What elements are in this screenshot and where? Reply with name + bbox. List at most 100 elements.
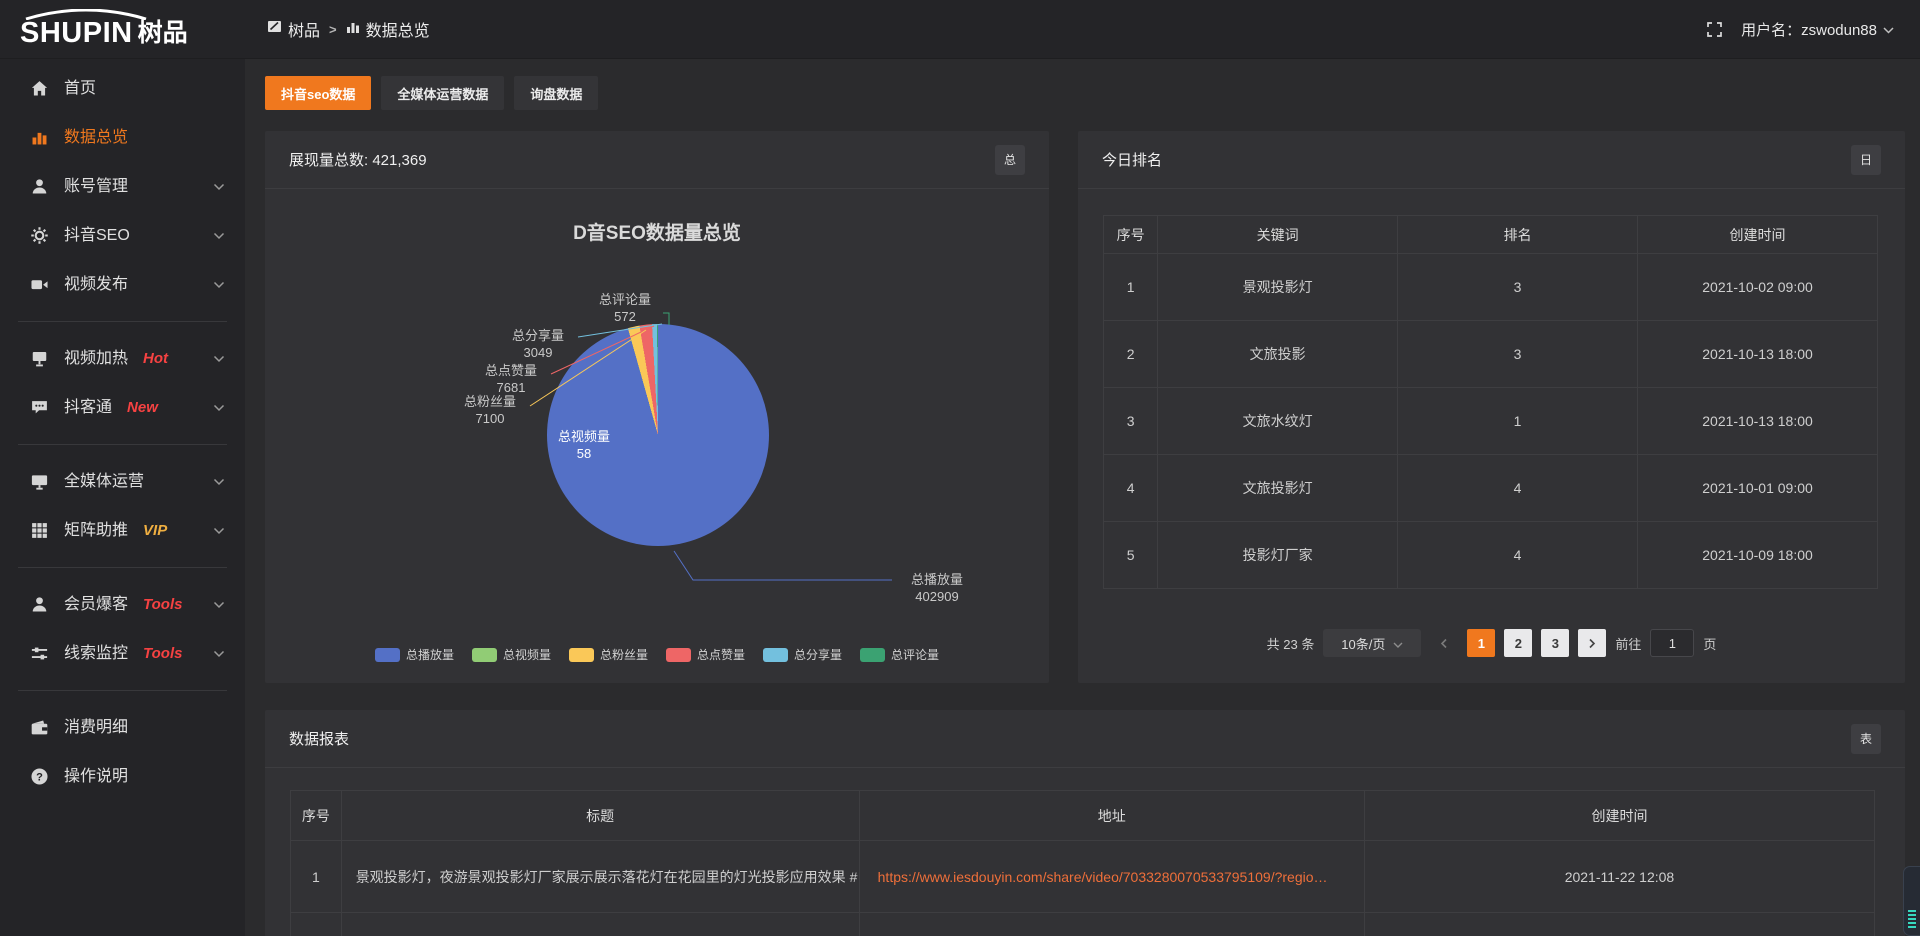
- new-badge: New: [127, 399, 158, 416]
- sidebar-item-video-heat[interactable]: 视频加热 Hot: [0, 334, 245, 383]
- prev-page-button[interactable]: [1430, 629, 1458, 657]
- sidebar-item-label: 消费明细: [64, 720, 128, 736]
- sidebar-item-label: 视频发布: [64, 277, 128, 293]
- person-icon: [30, 595, 49, 614]
- sidebar-divider: [18, 321, 227, 322]
- sidebar-item-label: 首页: [64, 81, 96, 97]
- page-unit-label: 页: [1703, 634, 1716, 653]
- sidebar-item-video-publish[interactable]: 视频发布: [0, 260, 245, 309]
- sidebar-item-matrix-boost[interactable]: 矩阵助推 VIP: [0, 506, 245, 555]
- goto-label: 前往: [1615, 634, 1641, 653]
- legend-item-likes[interactable]: 总点赞量: [666, 646, 745, 663]
- data-report-card: 数据报表 表 序号 标题 地址 创建时间 1 景观投影灯，夜游景观投影灯: [265, 710, 1905, 936]
- sidebar-item-account[interactable]: 账号管理: [0, 162, 245, 211]
- tools-badge: Tools: [143, 645, 182, 662]
- chevron-down-icon: [213, 281, 225, 289]
- legend-item-videos[interactable]: 总视频量: [472, 646, 551, 663]
- chevron-down-icon: [213, 601, 225, 609]
- pie-label-plays: 总播放量 402909: [895, 571, 979, 605]
- contact-float-widget[interactable]: [1903, 866, 1920, 936]
- goto-page-input[interactable]: [1650, 629, 1694, 657]
- total-view-button[interactable]: 总: [995, 145, 1025, 175]
- table-row: 5投影灯厂家42021-10-09 18:00: [1104, 522, 1878, 589]
- sidebar-item-omni-media[interactable]: 全媒体运营: [0, 457, 245, 506]
- page-button-1[interactable]: 1: [1467, 629, 1495, 657]
- sidebar-item-member-burst[interactable]: 会员爆客 Tools: [0, 580, 245, 629]
- sidebar-item-consumption[interactable]: 消费明细: [0, 703, 245, 752]
- sidebar-item-label: 抖客通: [64, 400, 112, 416]
- impressions-card-header: 展现量总数: 421,369 总: [265, 131, 1049, 189]
- user-menu[interactable]: 用户名：zswodun88: [1741, 19, 1894, 40]
- monitor-icon: [30, 472, 49, 491]
- breadcrumb-separator: >: [329, 22, 337, 37]
- widget-dash: [1908, 918, 1916, 920]
- sidebar-item-douyin-seo[interactable]: 抖音SEO: [0, 211, 245, 260]
- sidebar-item-label: 账号管理: [64, 179, 128, 195]
- table-row: 2文旅投影32021-10-13 18:00: [1104, 321, 1878, 388]
- legend-swatch: [375, 648, 400, 662]
- table-row: 1景观投影灯32021-10-02 09:00: [1104, 254, 1878, 321]
- chevron-down-icon: [213, 527, 225, 535]
- username-label: 用户名：zswodun88: [1741, 19, 1877, 40]
- report-table: 序号 标题 地址 创建时间 1 景观投影灯，夜游景观投影灯厂家展示展示落花灯在花…: [290, 790, 1875, 936]
- sidebar-item-douketong[interactable]: 抖客通 New: [0, 383, 245, 432]
- chevron-down-icon: [1883, 21, 1894, 38]
- sidebar-item-data-overview[interactable]: 数据总览: [0, 113, 245, 162]
- ranking-card-title: 今日排名: [1102, 149, 1162, 170]
- home-icon: [30, 79, 49, 98]
- main-content: 抖音seo数据 全媒体运营数据 询盘数据 展现量总数: 421,369 总 D音…: [245, 59, 1920, 936]
- video-link[interactable]: https://www.iesdouyin.com/share/video/70…: [878, 869, 1328, 885]
- breadcrumb: 树品 > 数据总览: [267, 17, 430, 41]
- sidebar-item-label: 线索监控: [64, 646, 128, 662]
- pie-label-comments: 总评论量 572: [587, 291, 663, 325]
- chevron-down-icon: [1393, 636, 1403, 651]
- widget-dash: [1908, 914, 1916, 916]
- ranking-card-header: 今日排名 日: [1078, 131, 1905, 189]
- chevron-down-icon: [213, 232, 225, 240]
- table-row: 4文旅投影灯42021-10-01 09:00: [1104, 455, 1878, 522]
- report-row-title: 景观投影灯，夜游景观投影灯厂家展示展示落花灯在花园里的灯光投影应用效果 #: [341, 841, 859, 913]
- page-button-2[interactable]: 2: [1504, 629, 1532, 657]
- column-header-url: 地址: [859, 791, 1364, 841]
- sidebar-item-home[interactable]: 首页: [0, 64, 245, 113]
- board-icon: [267, 19, 282, 39]
- report-row-index: 1: [291, 841, 342, 913]
- chevron-down-icon: [213, 355, 225, 363]
- page-size-select[interactable]: 10条/页: [1323, 629, 1421, 657]
- table-view-button[interactable]: 表: [1851, 724, 1881, 754]
- column-header-created: 创建时间: [1364, 791, 1874, 841]
- wallet-icon: [30, 718, 49, 737]
- column-header-index: 序号: [1104, 216, 1158, 254]
- widget-dash: [1908, 922, 1916, 924]
- sidebar-item-label: 矩阵助推: [64, 523, 128, 539]
- table-header-row: 序号 关键词 排名 创建时间: [1104, 216, 1878, 254]
- sidebar-divider: [18, 567, 227, 568]
- sidebar-item-instructions[interactable]: ? 操作说明: [0, 752, 245, 801]
- legend-item-shares[interactable]: 总分享量: [763, 646, 842, 663]
- legend-item-plays[interactable]: 总播放量: [375, 646, 454, 663]
- legend-swatch: [860, 648, 885, 662]
- pie-label-shares: 总分享量 3049: [500, 327, 576, 361]
- tab-inquiry-data[interactable]: 询盘数据: [514, 76, 598, 110]
- pie-chart-title: D音SEO数据量总览: [265, 218, 1049, 245]
- daily-view-button[interactable]: 日: [1851, 145, 1881, 175]
- sidebar-item-label: 操作说明: [64, 769, 128, 785]
- breadcrumb-root[interactable]: 树品: [267, 17, 320, 41]
- sidebar-divider: [18, 690, 227, 691]
- page-button-3[interactable]: 3: [1541, 629, 1569, 657]
- fullscreen-icon[interactable]: [1706, 21, 1723, 38]
- widget-dash: [1908, 926, 1916, 928]
- legend-item-fans[interactable]: 总粉丝量: [569, 646, 648, 663]
- tab-omni-media-data[interactable]: 全媒体运营数据: [381, 76, 504, 110]
- table-header-row: 序号 标题 地址 创建时间: [291, 791, 1875, 841]
- sidebar-item-clue-monitor[interactable]: 线索监控 Tools: [0, 629, 245, 678]
- svg-text:?: ?: [36, 771, 43, 783]
- legend-item-comments[interactable]: 总评论量: [860, 646, 939, 663]
- question-circle-icon: ?: [30, 767, 49, 786]
- tab-douyin-seo-data[interactable]: 抖音seo数据: [265, 76, 371, 110]
- table-row: 1 景观投影灯，夜游景观投影灯厂家展示展示落花灯在花园里的灯光投影应用效果 # …: [291, 841, 1875, 913]
- legend-swatch: [666, 648, 691, 662]
- app-logo: SHUPIN 树品: [0, 0, 245, 58]
- next-page-button[interactable]: [1578, 629, 1606, 657]
- app-window: SHUPIN 树品 树品 > 数据总览 用户名：zswo: [0, 0, 1920, 936]
